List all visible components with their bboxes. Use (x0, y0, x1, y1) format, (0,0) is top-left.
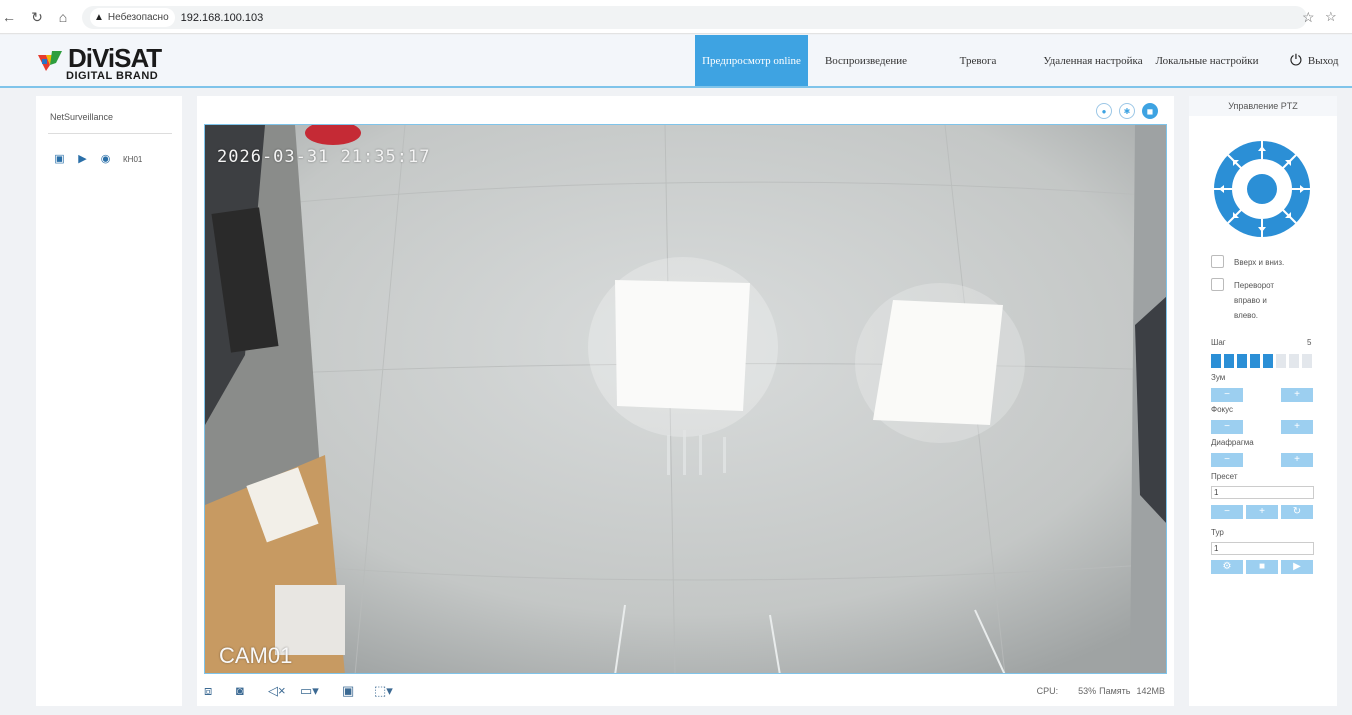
reload-icon[interactable]: ↻ (28, 8, 46, 26)
focus-label: Фокус (1211, 405, 1234, 414)
step-segment[interactable] (1224, 354, 1234, 368)
nav-live-preview[interactable]: Предпросмотр online (695, 35, 808, 86)
preset-delete-button[interactable]: − (1211, 505, 1243, 519)
warning-icon: ▲ (94, 12, 104, 23)
iris-close-button[interactable]: − (1211, 453, 1243, 467)
logo-mark-icon (38, 51, 62, 71)
back-icon[interactable]: ← (0, 8, 18, 26)
app-header: DiViSAT DIGITAL BRAND Предпросмотр onlin… (0, 35, 1352, 88)
ptz-direction-dial[interactable] (1213, 140, 1311, 238)
record-icon[interactable]: ▣ (54, 153, 65, 165)
logout-button[interactable]: ⏻ Выход (1290, 35, 1338, 86)
nav-playback[interactable]: Воспроизведение (814, 35, 918, 86)
step-value: 5 (1307, 338, 1312, 347)
camera-image (205, 125, 1166, 673)
security-indicator[interactable]: ▲ Небезопасно (90, 8, 175, 27)
step-segment[interactable] (1250, 354, 1260, 368)
zoom-label: Зум (1211, 373, 1226, 382)
system-stats: CPU: 53% Память 142MB (1037, 686, 1165, 696)
cpu-value: 53% (1078, 686, 1097, 696)
nav-local-settings[interactable]: Локальные настройки (1154, 35, 1260, 86)
flip-vertical-label: Вверх и вниз. (1234, 258, 1285, 267)
favorites-icon[interactable]: ☆ (1325, 9, 1337, 25)
logo-subtitle: DIGITAL BRAND (66, 70, 159, 82)
address-bar[interactable]: ▲ Небезопасно 192.168.100.103 (82, 6, 1307, 29)
video-stream[interactable]: 2026-03-31 21:35:17 CAM01 (204, 124, 1167, 674)
bookmark-star-icon[interactable]: ☆ (1302, 9, 1315, 26)
browser-toolbar: ← ↻ ⌂ ▲ Небезопасно 192.168.100.103 ☆ ☆ (0, 0, 1352, 34)
live-status-icon[interactable]: ◉ (100, 153, 111, 165)
tour-label: Тур (1211, 528, 1224, 537)
security-label: Небезопасно (107, 12, 169, 23)
zoom-out-button[interactable]: − (1211, 388, 1243, 402)
nav-remote-settings[interactable]: Удаленная настройка (1040, 35, 1146, 86)
tour-settings-button[interactable]: ⚙ (1211, 560, 1243, 574)
preset-goto-button[interactable]: ↻ (1281, 505, 1313, 519)
camera-label[interactable]: КН01 (123, 155, 142, 164)
home-icon[interactable]: ⌂ (54, 8, 72, 26)
fullscreen-window-icon[interactable]: ⧈ (204, 682, 212, 700)
flip-vertical-checkbox[interactable] (1211, 255, 1224, 268)
stream-select-icon[interactable]: ▭▾ (300, 682, 319, 700)
video-toolbar: ⧈ ◙ ◁× ▭▾ ▣ ⬚▾ CPU: 53% Память 142MB (204, 682, 1167, 702)
tour-stop-button[interactable]: ■ (1246, 560, 1278, 574)
flip-vertical-option[interactable]: Вверх и вниз. (1211, 255, 1284, 270)
logout-label: Выход (1307, 54, 1339, 67)
osd-timestamp: 2026-03-31 21:35:17 (217, 147, 431, 167)
live-view-panel: ● ✱ ◼ 2026-03-31 21:35:17 CAM01 ⧈ ◙ ◁× ▭… (197, 96, 1174, 706)
intercom-icon[interactable]: ◼ (1142, 103, 1158, 119)
mute-icon[interactable]: ◁× (268, 682, 286, 700)
step-segment[interactable] (1302, 354, 1312, 368)
zoom-in-button[interactable]: + (1281, 388, 1313, 402)
divisat-logo: DiViSAT DIGITAL BRAND (36, 43, 176, 85)
preset-label: Пресет (1211, 472, 1238, 481)
url-text[interactable]: 192.168.100.103 (181, 12, 264, 24)
memory-label: Память (1099, 686, 1131, 696)
divider (48, 133, 172, 134)
flip-horizontal-option[interactable]: Переворот вправо и влево. (1211, 278, 1291, 323)
osd-camera-name: CAM01 (219, 643, 293, 668)
step-segment[interactable] (1276, 354, 1286, 368)
snapshot-icon[interactable]: ◙ (236, 682, 244, 700)
iris-label: Диафрагма (1211, 438, 1254, 447)
audio-controls: ● ✱ ◼ (1096, 103, 1158, 119)
preset-input[interactable]: 1 (1211, 486, 1314, 499)
device-tree-title: NetSurveillance (50, 112, 114, 122)
step-segment[interactable] (1289, 354, 1299, 368)
flip-horizontal-label: Переворот вправо и влево. (1234, 281, 1275, 320)
tour-start-button[interactable]: ▶ (1281, 560, 1313, 574)
step-label: Шаг (1211, 338, 1226, 347)
focus-far-button[interactable]: + (1281, 420, 1313, 434)
power-icon: ⏻ (1290, 52, 1302, 69)
ptz-panel: Управление PTZ Вверх и вниз. Переворот в… (1189, 96, 1337, 706)
speaker-icon[interactable]: ✱ (1119, 103, 1135, 119)
ptz-title: Управление PTZ (1189, 96, 1337, 116)
playback-icon[interactable]: ▶ (77, 153, 88, 165)
focus-near-button[interactable]: − (1211, 420, 1243, 434)
step-slider[interactable] (1211, 354, 1312, 368)
iris-open-button[interactable]: + (1281, 453, 1313, 467)
aspect-ratio-icon[interactable]: ⬚▾ (374, 682, 393, 700)
record-video-icon[interactable]: ▣ (342, 682, 354, 700)
memory-value: 142MB (1136, 686, 1165, 696)
step-segment[interactable] (1237, 354, 1247, 368)
microphone-icon[interactable]: ● (1096, 103, 1112, 119)
step-segment[interactable] (1211, 354, 1221, 368)
tour-input[interactable]: 1 (1211, 542, 1314, 555)
flip-horizontal-checkbox[interactable] (1211, 278, 1224, 291)
device-tree-panel: NetSurveillance ▣ ▶ ◉ КН01 (36, 96, 182, 706)
preset-add-button[interactable]: + (1246, 505, 1278, 519)
camera-item[interactable]: ▣ ▶ ◉ КН01 (54, 152, 142, 166)
step-segment[interactable] (1263, 354, 1273, 368)
nav-alarm[interactable]: Тревога (946, 35, 1010, 86)
cpu-label: CPU: (1036, 686, 1059, 696)
